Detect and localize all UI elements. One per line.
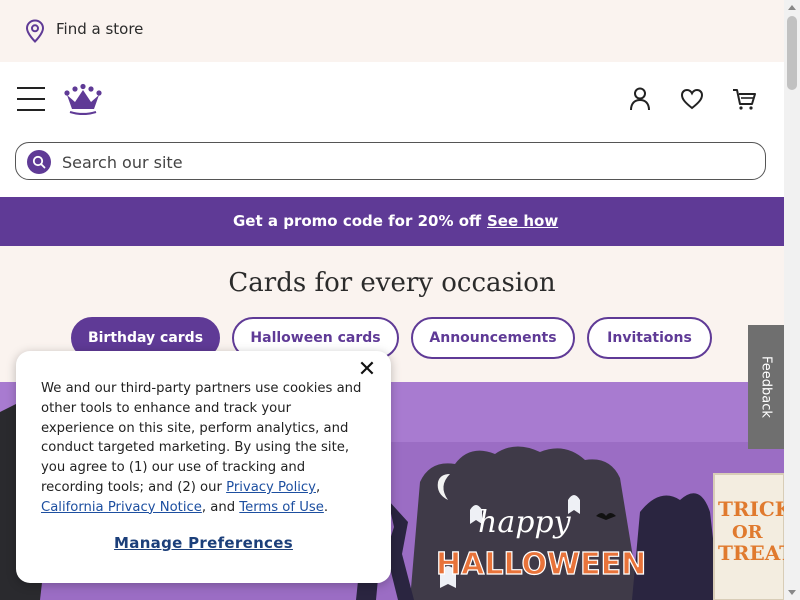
hero-treat-text: TREAT [718,541,784,565]
close-icon[interactable]: ✕ [356,359,378,381]
promo-banner: Get a promo code for 20% off See how [0,197,784,246]
find-store-link[interactable]: Find a store [56,20,143,38]
see-how-link[interactable]: See how [487,212,558,230]
feedback-tab[interactable]: Feedback [748,325,784,449]
privacy-policy-link[interactable]: Privacy Policy [226,480,316,495]
scrollbar-thumb[interactable] [787,16,797,90]
cookie-separator-2: , and [201,499,240,515]
heart-icon[interactable] [679,86,705,112]
site-header [0,62,784,142]
terms-of-use-link[interactable]: Terms of Use [239,500,324,515]
cookie-text-main: We and our third-party partners use cook… [41,381,362,495]
crown-logo-icon[interactable] [62,83,104,115]
search-icon[interactable] [27,150,51,174]
hero-happy-text: happy [478,505,572,540]
cookie-consent-dialog: ✕ We and our third-party partners use co… [16,351,391,583]
page: Find a store Get a promo code for 2 [0,0,784,600]
hero-or-text: OR [732,522,764,543]
hamburger-menu-icon[interactable] [17,87,45,111]
cookie-text-end: . [323,499,329,515]
announcements-pill[interactable]: Announcements [411,317,575,359]
scroll-up-arrow-icon[interactable] [788,5,796,10]
cart-icon[interactable] [731,86,757,112]
cookie-text: We and our third-party partners use cook… [41,379,366,518]
manage-preferences-button[interactable]: Manage Preferences [16,534,391,552]
feedback-label: Feedback [758,356,774,418]
promo-text: Get a promo code for 20% off [233,212,482,230]
store-bar: Find a store [0,0,784,62]
account-icon[interactable] [627,86,653,112]
search-bar[interactable] [15,142,766,180]
hero-halloween-text: HALLOWEEN [436,547,646,582]
invitations-pill[interactable]: Invitations [587,317,712,359]
search-input[interactable] [60,149,754,175]
hero-trick-text: TRICK [718,497,784,521]
california-privacy-notice-link[interactable]: California Privacy Notice [41,500,202,515]
section-title: Cards for every occasion [228,268,556,298]
page-scrollbar[interactable] [784,0,800,600]
cookie-separator-1: , [315,479,321,495]
scroll-down-arrow-icon[interactable] [788,590,796,595]
location-pin-icon[interactable] [25,19,45,43]
